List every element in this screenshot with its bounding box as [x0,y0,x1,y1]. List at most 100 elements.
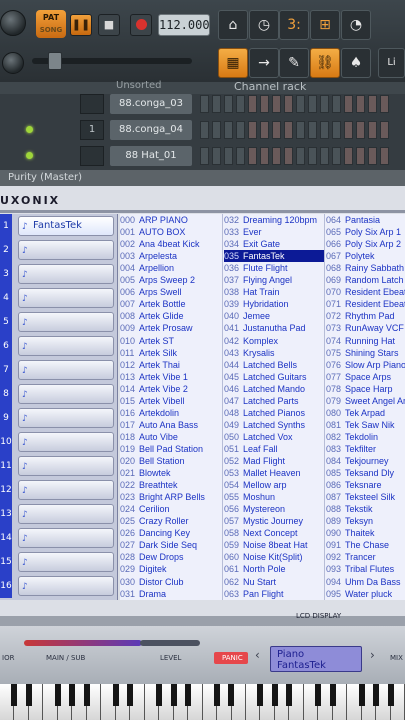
part-slot-15[interactable]: 15 ♪ [0,550,118,574]
program-item[interactable]: 095 Water pluck [326,588,405,600]
program-item[interactable]: 018 Auto Vibe [120,431,222,443]
program-item[interactable]: 004 Arpellion [120,262,222,274]
program-item[interactable]: 076 Slow Arp Piano [326,359,405,371]
program-item[interactable]: 058 Next Concept [224,527,324,539]
program-item[interactable]: 035 FantasTek [224,250,324,263]
black-key[interactable] [127,684,134,706]
slot-program-box[interactable]: ♪ [18,552,114,572]
record-mode-button[interactable]: ◔ [341,10,371,40]
black-key[interactable] [387,684,394,706]
program-item[interactable]: 050 Latched Vox [224,431,324,443]
program-item[interactable]: 006 Arps Swell [120,286,222,298]
program-item[interactable]: 005 Arps Sweep 2 [120,274,222,286]
program-item[interactable]: 067 Polytek [326,250,405,262]
program-item[interactable]: 027 Dark Side Seq [120,539,222,551]
part-slot-14[interactable]: 14 ♪ [0,526,118,550]
step-cell[interactable] [224,121,233,139]
program-item[interactable]: 084 Tekjourney [326,455,405,467]
program-item[interactable]: 080 Tek Arpad [326,407,405,419]
program-item[interactable]: 090 Thaitek [326,527,405,539]
program-item[interactable]: 047 Latched Parts [224,395,324,407]
slot-program-box[interactable]: ♪ [18,432,114,452]
step-cell[interactable] [344,95,353,113]
part-slot-2[interactable]: 2 ♪ [0,238,118,262]
program-item[interactable]: 044 Latched Bells [224,359,324,371]
step-sequencer[interactable] [200,95,405,113]
part-slot-3[interactable]: 3 ♪ [0,262,118,286]
program-item[interactable]: 040 Jemee [224,310,324,322]
step-cell[interactable] [296,147,305,165]
channel-name-button[interactable]: 88.conga_03 [110,94,192,114]
step-cell[interactable] [284,121,293,139]
step-cell[interactable] [236,95,245,113]
black-key[interactable] [286,684,293,706]
step-cell[interactable] [296,121,305,139]
channel-number[interactable]: 1 [80,120,104,140]
record-button[interactable] [130,14,152,36]
program-item[interactable]: 014 Artek Vibe 2 [120,383,222,395]
channel-name-button[interactable]: 88.conga_04 [110,120,192,140]
program-item[interactable]: 019 Bell Pad Station [120,443,222,455]
program-item[interactable]: 024 Cerilion [120,503,222,515]
slot-program-box[interactable]: ♪ [18,480,114,500]
program-item[interactable]: 059 Noise 8beat Hat [224,539,324,551]
link-button[interactable]: ⛓ [310,48,340,78]
level-slider[interactable] [140,640,200,646]
snap-button[interactable]: ⊞ [310,10,340,40]
step-cell[interactable] [236,147,245,165]
step-cell[interactable] [272,121,281,139]
program-item[interactable]: 082 Tekdolin [326,431,405,443]
program-item[interactable]: 029 Digitek [120,563,222,575]
program-item[interactable]: 033 Ever [224,226,324,238]
program-item[interactable]: 039 Hybridation [224,298,324,310]
program-item[interactable]: 042 Komplex [224,335,324,347]
program-item[interactable]: 017 Auto Ana Bass [120,419,222,431]
step-cell[interactable] [200,121,209,139]
channel-name-button[interactable]: 88 Hat_01 [110,146,192,166]
part-slot-8[interactable]: 8 ♪ [0,382,118,406]
slot-program-box[interactable]: ♪ [18,240,114,260]
part-slot-9[interactable]: 9 ♪ [0,406,118,430]
program-item[interactable]: 049 Latched Synths [224,419,324,431]
step-cell[interactable] [212,95,221,113]
program-item[interactable]: 061 North Pole [224,563,324,575]
slot-program-box[interactable]: ♪ [18,504,114,524]
step-cell[interactable] [260,95,269,113]
program-item[interactable]: 085 Teksand Dly [326,467,405,479]
program-item[interactable]: 016 Artekdolin [120,407,222,419]
program-item[interactable]: 034 Exit Gate [224,238,324,250]
black-key[interactable] [112,684,119,706]
slot-program-box[interactable]: ♪ [18,360,114,380]
program-item[interactable]: 075 Shining Stars [326,347,405,359]
stop-button[interactable]: ■ [98,14,120,36]
program-item[interactable]: 057 Mystic Journey [224,515,324,527]
plugin-window-title[interactable]: Purity (Master) [0,170,405,186]
slot-program-box[interactable]: ♪ [18,456,114,476]
program-item[interactable]: 025 Crazy Roller [120,515,222,527]
program-item[interactable]: 038 Hat Train [224,286,324,298]
program-item[interactable]: 055 Moshun [224,491,324,503]
channel-number[interactable] [80,146,104,166]
step-cell[interactable] [272,95,281,113]
program-item[interactable]: 074 Running Hat [326,335,405,347]
program-item[interactable]: 071 Resident Ebeat [326,298,405,310]
step-cell[interactable] [380,147,389,165]
program-item[interactable]: 009 Artek Prosaw [120,322,222,334]
program-item[interactable]: 000 ARP PIANO [120,214,222,226]
program-item[interactable]: 026 Dancing Key [120,527,222,539]
step-cell[interactable] [380,121,389,139]
step-cell[interactable] [224,147,233,165]
playlist-button[interactable]: → [249,48,279,78]
step-cell[interactable] [224,95,233,113]
step-cell[interactable] [368,95,377,113]
slot-program-box[interactable]: ♪ [18,336,114,356]
program-item[interactable]: 091 The Chase [326,539,405,551]
step-cell[interactable] [200,147,209,165]
program-item[interactable]: 003 Arpelesta [120,250,222,262]
slot-program-box[interactable]: ♪ [18,408,114,428]
pause-button[interactable]: ❚❚ [70,14,92,36]
program-item[interactable]: 066 Poly Six Arp 2 [326,238,405,250]
master-pitch-knob[interactable] [2,52,24,74]
slot-program-box[interactable]: ♪ [18,288,114,308]
black-key[interactable] [69,684,76,706]
